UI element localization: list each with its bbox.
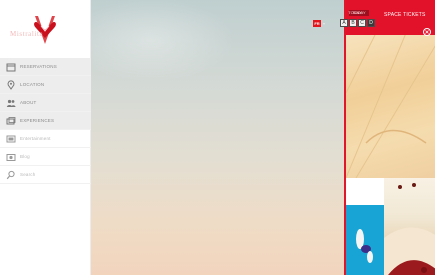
- circus-tent-illustration: [384, 183, 435, 275]
- menu-item-blog[interactable]: Blog: [0, 148, 91, 166]
- hero-background: FR ▾: [91, 0, 344, 275]
- search-icon: [6, 170, 15, 179]
- floating-toolbar: TODAY A B C D: [332, 8, 378, 34]
- toolbar-button-b[interactable]: B: [349, 19, 357, 27]
- sidebar: Mistralita RESERVATIONS LOCATION ABOUT E…: [0, 0, 91, 275]
- toolbar-label: TODAY: [348, 10, 362, 15]
- people-icon: [6, 99, 16, 107]
- film-icon: [6, 135, 16, 142]
- location-pin-icon: [7, 79, 15, 90]
- brand-logo[interactable]: Mistralita: [8, 14, 86, 50]
- language-selector[interactable]: FR: [313, 20, 321, 27]
- camera-icon: [6, 153, 16, 161]
- circus-tent-image: [384, 178, 435, 275]
- photo-stack-icon: [6, 116, 16, 124]
- menu-item-reservations[interactable]: RESERVATIONS: [0, 58, 91, 76]
- menu-label-experiences: EXPERIENCES: [20, 118, 55, 123]
- menu-item-search[interactable]: Search: [0, 166, 91, 184]
- chevron-down-icon[interactable]: ▾: [323, 21, 325, 26]
- promo-blue-tile: [346, 205, 384, 275]
- brand-name: Mistralita: [10, 30, 44, 38]
- promo-panel[interactable]: TODAY SPACE TICKETS: [344, 0, 435, 275]
- promo-poster-image: [346, 33, 435, 178]
- menu-item-about[interactable]: ABOUT: [0, 94, 91, 112]
- menu-item-location[interactable]: LOCATION: [0, 76, 91, 94]
- menu-label-entertainment: Entertainment: [20, 136, 51, 141]
- menu-item-entertainment[interactable]: Entertainment: [0, 130, 91, 148]
- menu-label-blog: Blog: [20, 154, 30, 159]
- menu-label-reservations: RESERVATIONS: [20, 64, 57, 69]
- menu-label-about: ABOUT: [20, 100, 37, 105]
- toolbar-button-a[interactable]: A: [340, 19, 348, 27]
- menu-item-experiences[interactable]: EXPERIENCES: [0, 112, 91, 130]
- calendar-icon: [6, 63, 16, 71]
- close-icon[interactable]: [423, 28, 431, 36]
- promo-heading: SPACE TICKETS: [384, 12, 426, 18]
- main-menu: RESERVATIONS LOCATION ABOUT EXPERIENCES …: [0, 58, 91, 184]
- toolbar-button-d[interactable]: D: [367, 19, 375, 27]
- poster-rays-decoration: [346, 33, 435, 178]
- menu-label-location: LOCATION: [20, 82, 45, 87]
- toolbar-button-c[interactable]: C: [358, 19, 366, 27]
- menu-label-search: Search: [20, 172, 36, 177]
- balloon-animal-illustration: [356, 229, 373, 263]
